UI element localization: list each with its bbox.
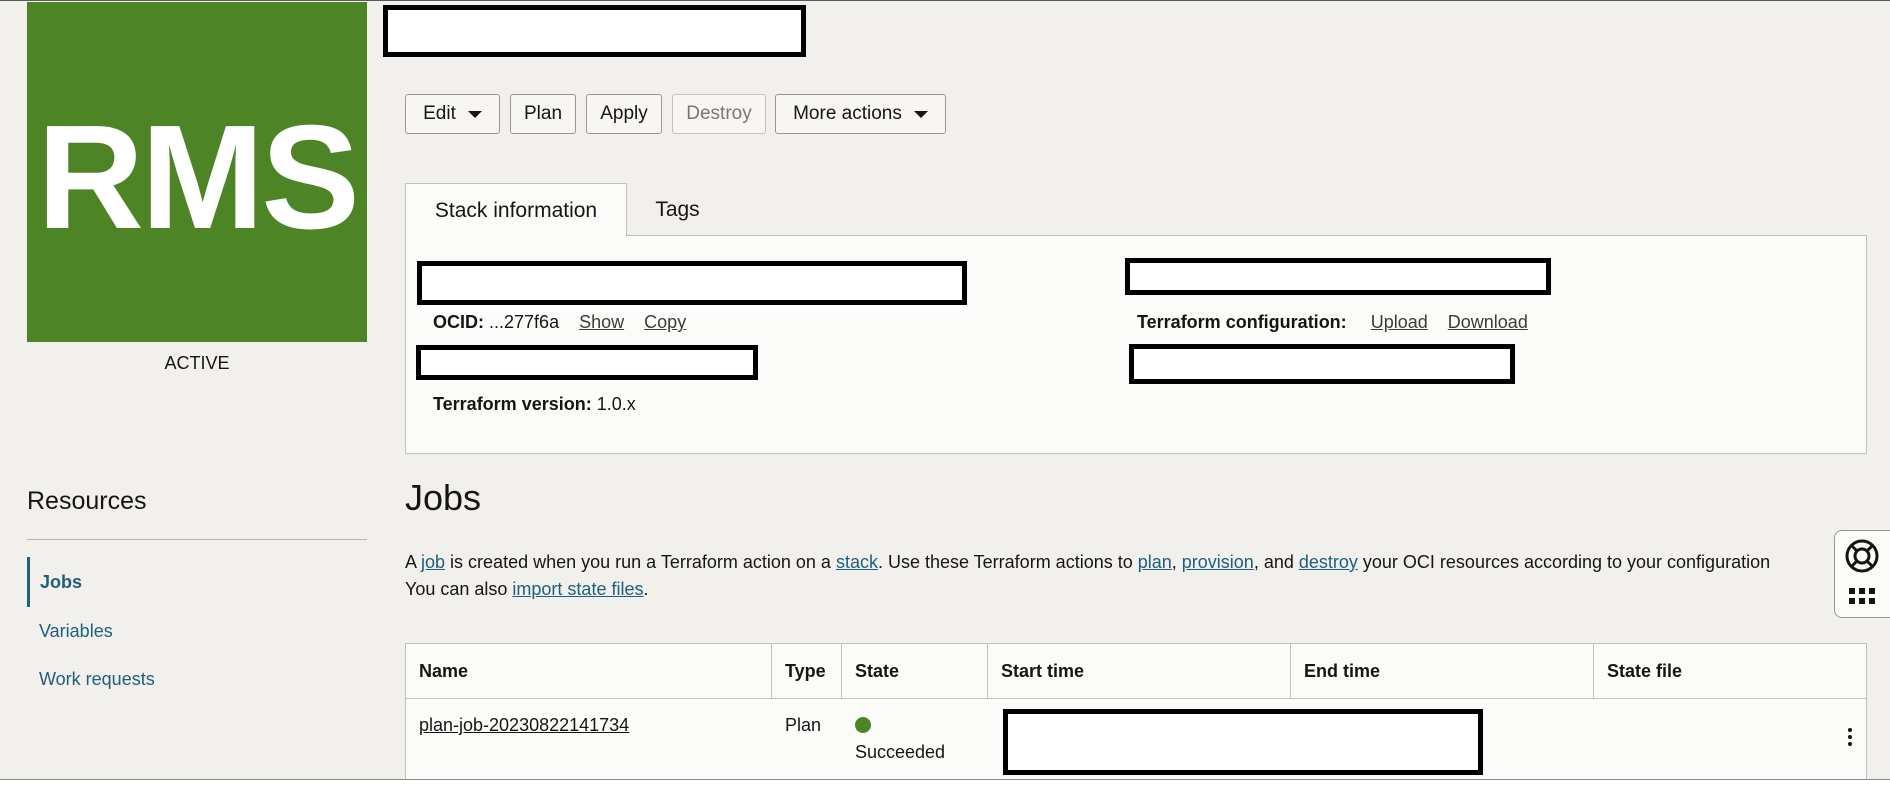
lifebuoy-icon: [1845, 539, 1879, 573]
apply-button-label: Apply: [600, 103, 648, 124]
desc-text: .: [643, 579, 649, 599]
tab-label: Stack information: [434, 198, 598, 222]
jobs-table: Name Type State Start time End time Stat…: [405, 643, 1867, 780]
stack-logo: RMS: [27, 2, 367, 342]
desc-text: You can also: [405, 579, 513, 599]
ocid-value: ...277f6a: [489, 312, 560, 332]
edit-button[interactable]: Edit: [405, 94, 500, 134]
destroy-button[interactable]: Destroy: [672, 94, 766, 134]
redacted-field: [1129, 344, 1515, 384]
more-actions-label: More actions: [793, 103, 902, 124]
download-link[interactable]: Download: [1448, 312, 1528, 332]
sidebar-item-label: Work requests: [39, 668, 155, 689]
resources-title: Resources: [27, 487, 147, 515]
stack-status: ACTIVE: [164, 353, 230, 373]
jobs-description: A job is created when you run a Terrafor…: [405, 549, 1845, 603]
sidebar-item-label: Jobs: [40, 571, 83, 592]
header-divider: [406, 698, 1866, 699]
redacted-field: [417, 261, 967, 305]
job-state: Succeeded: [855, 742, 946, 762]
redacted-field: [416, 345, 758, 380]
desc-text: A: [405, 552, 422, 572]
terraform-config-field: Terraform configuration: Upload Download: [1137, 312, 1528, 333]
column-header-state[interactable]: State: [842, 644, 988, 698]
grid-menu-icon: [1849, 588, 1875, 604]
terraform-version-value: 1.0.x: [596, 394, 636, 414]
redacted-stack-name: [383, 5, 806, 57]
more-actions-button[interactable]: More actions: [775, 94, 946, 134]
tab-label: Tags: [655, 198, 700, 221]
destroy-button-label: Destroy: [686, 103, 752, 124]
tab-stack-information[interactable]: Stack information: [405, 183, 627, 237]
terraform-config-label: Terraform configuration:: [1137, 312, 1347, 332]
column-header-type[interactable]: Type: [772, 644, 842, 698]
column-header-start-time[interactable]: Start time: [988, 644, 1291, 698]
column-header-state-file[interactable]: State file: [1594, 644, 1866, 698]
import-state-files-link[interactable]: import state files: [512, 579, 643, 599]
plan-button[interactable]: Plan: [510, 94, 576, 134]
tab-tags[interactable]: Tags: [640, 183, 715, 237]
column-header-name[interactable]: Name: [406, 644, 772, 698]
sidebar-item-work-requests[interactable]: Work requests: [27, 654, 327, 704]
redacted-field: [1125, 258, 1551, 295]
chevron-down-icon: [913, 110, 928, 118]
ocid-label: OCID:: [433, 312, 484, 332]
status-succeeded-icon: [855, 717, 871, 733]
logo-text: RMS: [37, 95, 360, 260]
top-border: [0, 0, 1890, 1]
ocid-copy-link[interactable]: Copy: [644, 312, 686, 332]
column-header-end-time[interactable]: End time: [1291, 644, 1594, 698]
provision-link[interactable]: provision: [1182, 552, 1254, 572]
upload-link[interactable]: Upload: [1371, 312, 1428, 332]
edit-button-label: Edit: [423, 103, 456, 124]
destroy-link[interactable]: destroy: [1299, 552, 1358, 572]
apply-button[interactable]: Apply: [586, 94, 662, 134]
desc-text: ,: [1171, 552, 1182, 572]
terraform-version-label: Terraform version:: [433, 394, 592, 414]
job-link[interactable]: job: [421, 552, 445, 572]
sidebar-item-jobs[interactable]: Jobs: [27, 557, 327, 607]
stack-link[interactable]: stack: [836, 552, 878, 572]
chevron-down-icon: [467, 110, 482, 118]
sidebar-item-variables[interactable]: Variables: [27, 606, 327, 656]
plan-link[interactable]: plan: [1138, 552, 1172, 572]
bottom-bar: [0, 780, 1890, 785]
job-name-link[interactable]: plan-job-20230822141734: [419, 715, 629, 736]
desc-text: . Use these Terraform actions to: [877, 552, 1138, 572]
help-widget[interactable]: [1834, 530, 1890, 618]
desc-text: your OCI resources according to your con…: [1357, 552, 1771, 572]
job-type: Plan: [785, 715, 822, 735]
plan-button-label: Plan: [523, 103, 563, 124]
row-actions-icon[interactable]: [1848, 728, 1852, 746]
ocid-field: OCID: ...277f6a Show Copy: [433, 312, 686, 333]
jobs-title: Jobs: [405, 477, 482, 518]
desc-text: is created when you run a Terraform acti…: [445, 552, 836, 572]
sidebar-item-label: Variables: [39, 620, 113, 641]
redacted-time: [1003, 709, 1483, 775]
desc-text: , and: [1253, 552, 1299, 572]
terraform-version-field: Terraform version: 1.0.x: [433, 394, 636, 415]
resources-divider: [27, 539, 367, 540]
ocid-show-link[interactable]: Show: [579, 312, 624, 332]
